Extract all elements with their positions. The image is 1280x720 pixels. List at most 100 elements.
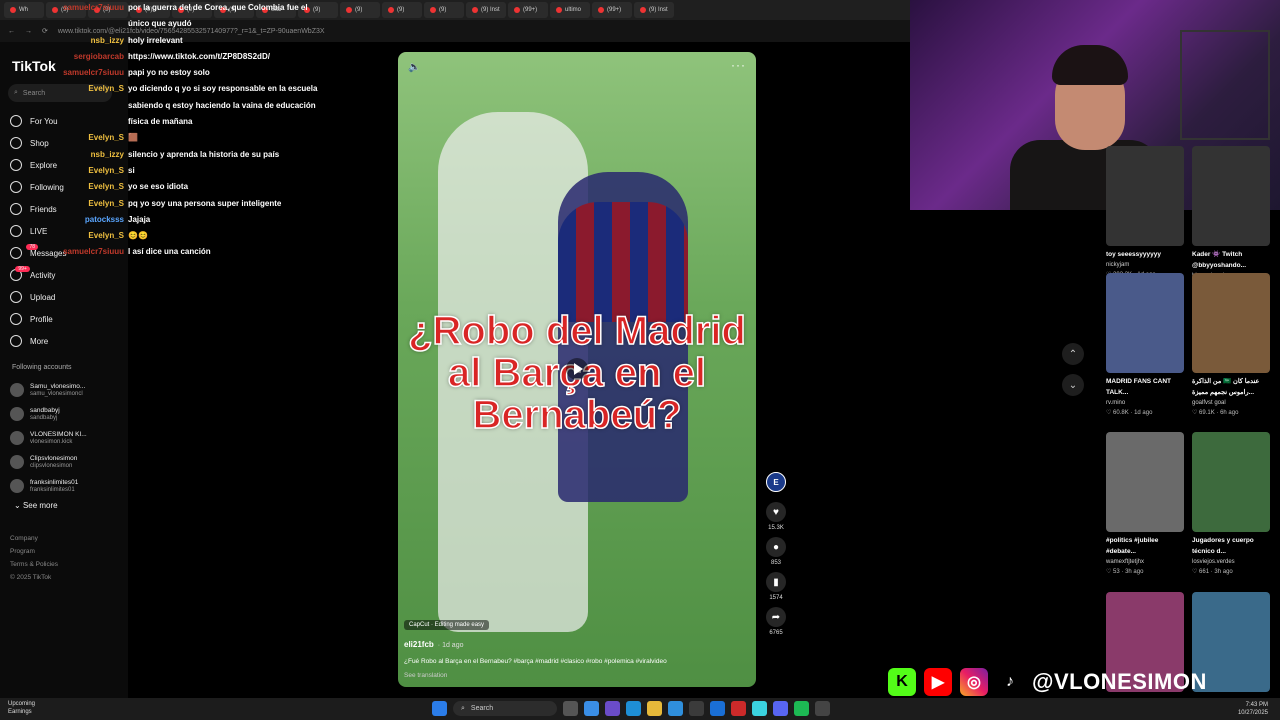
- video-author[interactable]: nickyjam: [1106, 260, 1184, 270]
- previous-video-button[interactable]: ⌃: [1062, 343, 1084, 365]
- chat-message: samuelcr7siuuu I así dice una canción: [60, 244, 340, 260]
- recommended-video-card[interactable]: toy seeessyyyyyynickyjam♡ 293.3K · 1d ag…: [1106, 146, 1184, 280]
- video-author[interactable]: wamexftjtetjhx: [1106, 557, 1184, 567]
- system-clock[interactable]: 7:43 PM 10/27/2025: [1238, 701, 1268, 717]
- weather-widget[interactable]: Upcoming Earnings: [8, 700, 35, 716]
- footer-link[interactable]: © 2025 TikTok: [10, 571, 58, 584]
- task-view-icon[interactable]: [563, 701, 578, 716]
- more-options-icon[interactable]: ···: [731, 58, 746, 72]
- browser-tab[interactable]: (99+): [508, 2, 548, 18]
- footer-link[interactable]: Terms & Policies: [10, 558, 58, 571]
- recommended-video-card[interactable]: Jugadores y cuerpo técnico d... losviejos…: [1192, 432, 1270, 577]
- notification-badge: 99+: [15, 266, 30, 272]
- chrome-icon[interactable]: [584, 701, 599, 716]
- browser-tab[interactable]: (9): [340, 2, 380, 18]
- recommended-video-card[interactable]: من الذاكرة 🇸🇦 عندما كان ...راموس نجمهم م…: [1192, 273, 1270, 418]
- see-translation-link[interactable]: See translation: [404, 672, 447, 679]
- chat-text: https://www.tiktok.com/t/ZP8D8S2dD/: [128, 51, 270, 61]
- taskbar-search[interactable]: ⌕ Search: [453, 701, 557, 716]
- tiktok-logo[interactable]: TikTok: [12, 58, 56, 74]
- back-icon[interactable]: ←: [8, 28, 15, 35]
- background-shelf: [1180, 30, 1270, 140]
- video-player[interactable]: 🔈 ··· ¿Robo del Madrid al Barça en el Be…: [398, 52, 756, 687]
- like-count: 15.3K: [768, 525, 784, 531]
- app-icon[interactable]: [731, 701, 746, 716]
- account-name: sandbabyj: [30, 407, 60, 414]
- next-video-button[interactable]: ⌄: [1062, 374, 1084, 396]
- video-thumbnail[interactable]: [1192, 146, 1270, 246]
- see-more-button[interactable]: ⌄ See more: [14, 501, 58, 510]
- browser-tab[interactable]: (9): [424, 2, 464, 18]
- chat-username: Evelyn_S: [88, 231, 124, 241]
- capcut-badge[interactable]: CapCut · Editing made easy: [404, 620, 490, 630]
- tab-favicon-icon: [388, 7, 394, 13]
- like-icon[interactable]: ♥: [766, 502, 786, 522]
- dropbox-icon[interactable]: [710, 701, 725, 716]
- nav-label: For You: [30, 116, 58, 126]
- chat-message: samuelcr7siuuu por la guerra del de Corea…: [60, 0, 340, 33]
- following-account[interactable]: Clipsvlonesimon clipsvlonesimon: [10, 450, 120, 474]
- nav-item-more[interactable]: More: [10, 330, 120, 352]
- video-time: 6h ago: [1220, 410, 1239, 416]
- bookmark-icon[interactable]: ▮: [766, 572, 786, 592]
- streamer-hair: [1052, 45, 1128, 85]
- chat-text: holy irrelevant: [128, 35, 183, 45]
- store-icon[interactable]: [689, 701, 704, 716]
- avatar: [10, 383, 24, 397]
- browser-tab[interactable]: (9): [382, 2, 422, 18]
- recommended-video-card[interactable]: MADRID FANS CANT TALK... rv.mino ♡ 60.8K ·…: [1106, 273, 1184, 418]
- recommended-video-card[interactable]: Kader 👾 Twitch @bbyyoshando...bbyyoshand…: [1192, 146, 1270, 291]
- clock-time: 7:43 PM: [1245, 702, 1268, 708]
- footer-link[interactable]: Company: [10, 532, 58, 545]
- forward-icon[interactable]: →: [25, 28, 32, 35]
- nav-label: Friends: [30, 204, 57, 214]
- comment-icon[interactable]: ●: [766, 537, 786, 557]
- chat-text: I así dice una canción: [128, 247, 211, 257]
- video-author[interactable]: eli21fcb · 1d ago: [404, 640, 463, 649]
- nav-item-activity[interactable]: Activity 99+: [10, 264, 120, 286]
- start-icon[interactable]: [432, 701, 447, 716]
- nav-item-profile[interactable]: Profile: [10, 308, 120, 330]
- recommended-video-card[interactable]: #politics #jubilee #debate... wamexftjtet…: [1106, 432, 1184, 577]
- following-account[interactable]: Samu_vlonesimo... samu_vlonesimoncl: [10, 378, 120, 402]
- video-author[interactable]: rv.mino: [1106, 398, 1184, 408]
- chat-username: samuelcr7siuuu: [63, 3, 124, 12]
- play-icon[interactable]: [566, 358, 588, 380]
- nav-label: LIVE: [30, 226, 48, 236]
- share-icon[interactable]: ➦: [766, 607, 786, 627]
- mail-icon[interactable]: [668, 701, 683, 716]
- chat-username: patocksss: [84, 214, 124, 224]
- browser-tab[interactable]: (9) Inst: [466, 2, 506, 18]
- video-thumbnail[interactable]: [1106, 273, 1184, 373]
- footer-link[interactable]: Program: [10, 545, 58, 558]
- discord-icon[interactable]: [773, 701, 788, 716]
- copilot-icon[interactable]: [605, 701, 620, 716]
- following-account[interactable]: franksinlimites01 franksinlimites01: [10, 474, 120, 498]
- video-author[interactable]: losviejos.verdes: [1192, 557, 1270, 567]
- author-avatar[interactable]: E: [766, 472, 786, 492]
- video-thumbnail[interactable]: [1192, 273, 1270, 373]
- browser-tab[interactable]: (9) Inst: [634, 2, 674, 18]
- browser-tab[interactable]: (99+): [592, 2, 632, 18]
- edge-icon[interactable]: [626, 701, 641, 716]
- nav-item-upload[interactable]: Upload: [10, 286, 120, 308]
- chat-text: pq yo soy una persona super inteligente: [128, 198, 282, 208]
- following-account[interactable]: sandbabyj sandbabyj: [10, 402, 120, 426]
- video-likes: 661: [1199, 569, 1210, 575]
- tab-label: (9): [355, 7, 363, 13]
- volume-icon[interactable]: 🔈: [408, 62, 420, 73]
- file-explorer-icon[interactable]: [647, 701, 662, 716]
- browser-tab[interactable]: ultimo: [550, 2, 590, 18]
- video-thumbnail[interactable]: [1106, 146, 1184, 246]
- following-account[interactable]: VLONESIMON KI... vlonesimon.kick: [10, 426, 120, 450]
- obs-icon[interactable]: [815, 701, 830, 716]
- tab-label: (99+): [523, 7, 538, 13]
- spotify-icon[interactable]: [794, 701, 809, 716]
- video-thumbnail[interactable]: [1106, 432, 1184, 532]
- video-author[interactable]: goalfvst goal: [1192, 398, 1270, 408]
- tab-favicon-icon: [346, 7, 352, 13]
- browser-tab[interactable]: Wh: [4, 2, 44, 18]
- capcut-icon[interactable]: [752, 701, 767, 716]
- reload-icon[interactable]: ⟳: [42, 27, 48, 35]
- video-thumbnail[interactable]: [1192, 432, 1270, 532]
